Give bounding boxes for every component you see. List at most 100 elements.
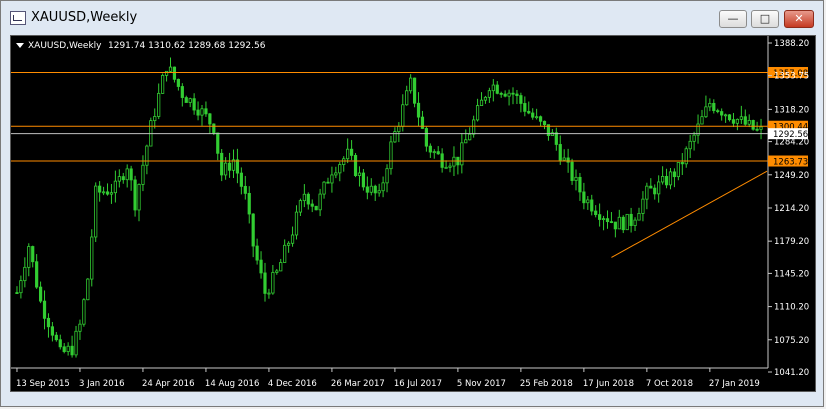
time-tick-label: 25 Feb 2018 xyxy=(520,379,573,389)
chart-dropdown-icon[interactable] xyxy=(16,43,24,48)
candle xyxy=(318,188,322,217)
candle xyxy=(200,104,204,126)
close-button[interactable]: ✕ xyxy=(784,10,814,28)
candle xyxy=(66,342,70,356)
candle xyxy=(192,93,196,115)
candle xyxy=(594,205,598,218)
candle xyxy=(424,126,429,152)
candle xyxy=(121,172,125,184)
candle xyxy=(724,113,728,123)
candle xyxy=(499,91,503,98)
candle xyxy=(637,207,641,221)
candle xyxy=(688,134,692,159)
candle xyxy=(609,212,614,224)
candle xyxy=(314,205,318,211)
candle xyxy=(716,108,720,114)
candle xyxy=(361,168,366,191)
candle xyxy=(125,164,129,188)
time-tick-label: 16 Jul 2017 xyxy=(394,379,442,389)
candle xyxy=(255,238,259,265)
candle xyxy=(243,175,247,200)
candle xyxy=(538,115,543,127)
chart-canvas[interactable]: 1357.081300.441263.731292.56 1388.20 1353… xyxy=(11,36,815,391)
candle xyxy=(708,98,712,112)
price-tick-label: 1179.20 xyxy=(774,237,809,247)
window-bottom-edge xyxy=(10,392,816,400)
candle xyxy=(550,129,554,136)
candle xyxy=(605,210,610,229)
candle xyxy=(15,286,19,295)
candle xyxy=(507,89,511,106)
candle xyxy=(137,183,141,222)
chart-window-icon xyxy=(10,11,26,25)
candle xyxy=(672,168,677,188)
time-tick-label: 27 Jan 2019 xyxy=(709,379,760,389)
candle xyxy=(46,313,51,338)
candle xyxy=(157,83,161,120)
price-chart[interactable]: 1357.08 1300.44 1263.73 1292.56 1388.20 1353… xyxy=(10,35,816,392)
candle xyxy=(428,143,432,158)
candle xyxy=(290,226,295,247)
candle xyxy=(62,343,66,354)
candle xyxy=(405,85,409,106)
candle xyxy=(220,149,224,182)
candle xyxy=(235,148,240,184)
candle xyxy=(613,221,617,238)
candle xyxy=(188,97,192,108)
candle xyxy=(353,153,358,178)
price-axis: 1388.20 1353.75 1318.20 1284.20 1249.20 1214.… xyxy=(768,39,809,378)
candle xyxy=(330,166,334,193)
candle xyxy=(570,158,574,185)
candle xyxy=(35,254,39,289)
candle xyxy=(464,129,468,144)
candle xyxy=(704,95,708,118)
candle xyxy=(483,95,488,104)
candle xyxy=(692,131,696,151)
time-tick-label: 7 Oct 2018 xyxy=(646,379,693,389)
candle xyxy=(523,96,527,117)
candle xyxy=(582,182,586,210)
candle xyxy=(759,118,763,140)
title-bar[interactable]: XAUUSD,Weekly — □ ✕ xyxy=(1,1,823,35)
candle xyxy=(475,98,480,122)
candle xyxy=(196,101,200,121)
candle xyxy=(448,162,452,173)
candle xyxy=(227,152,232,178)
candle xyxy=(456,156,460,175)
candle xyxy=(176,78,180,91)
candle xyxy=(326,177,330,184)
trend-line[interactable] xyxy=(611,170,768,258)
candle xyxy=(172,66,177,83)
candle xyxy=(743,109,747,126)
candle xyxy=(133,175,137,217)
candle xyxy=(50,321,55,342)
candle xyxy=(349,140,354,161)
price-tick-label: 1041.20 xyxy=(774,368,809,378)
candle xyxy=(145,144,149,175)
candle xyxy=(680,153,684,176)
candle xyxy=(542,120,547,130)
price-tick-label: 1145.20 xyxy=(774,269,809,279)
candle xyxy=(23,257,27,288)
candle xyxy=(42,290,47,330)
time-tick-label: 4 Dec 2016 xyxy=(268,379,317,389)
minimize-button[interactable]: — xyxy=(719,10,747,28)
candle xyxy=(377,183,381,197)
candle xyxy=(54,332,58,342)
candle xyxy=(727,114,732,122)
candle xyxy=(416,92,421,127)
candle xyxy=(562,149,566,161)
time-tick-label: 3 Jan 2016 xyxy=(79,379,125,389)
time-tick-label: 14 Aug 2016 xyxy=(205,379,259,389)
candle xyxy=(649,178,653,189)
candle xyxy=(653,184,657,200)
candle xyxy=(389,135,393,175)
maximize-button[interactable]: □ xyxy=(751,10,779,28)
candle xyxy=(409,74,413,94)
candle xyxy=(503,90,507,98)
candle xyxy=(38,281,43,304)
time-tick-label: 17 Jun 2018 xyxy=(583,379,634,389)
candle xyxy=(129,165,133,191)
chart-ohlc-values: 1291.74 1310.62 1289.68 1292.56 xyxy=(108,41,266,51)
time-tick-label: 24 Apr 2016 xyxy=(142,379,195,389)
